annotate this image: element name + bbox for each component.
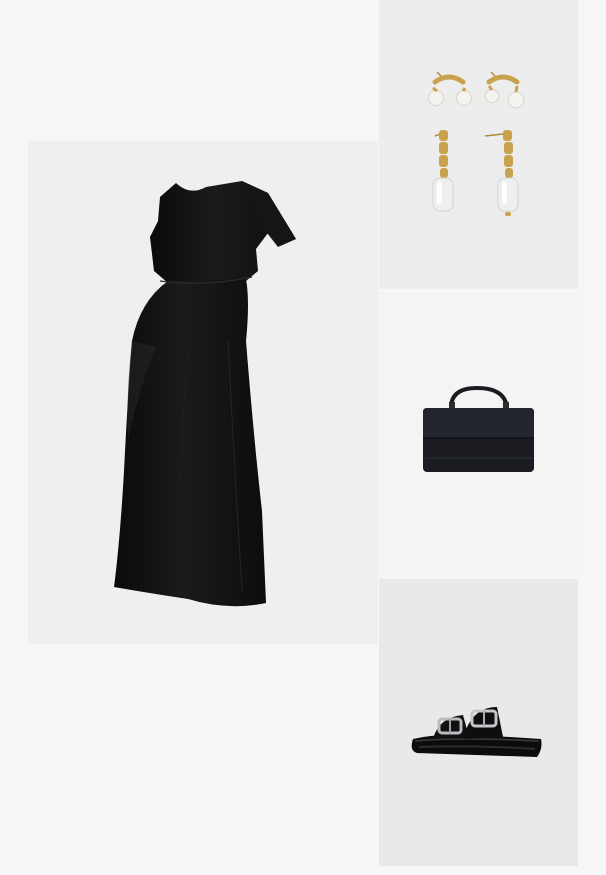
sandals-image	[411, 707, 542, 757]
earrings-image	[428, 71, 525, 216]
dress-image	[114, 181, 296, 607]
bag-image	[423, 385, 534, 472]
bag-product-tile[interactable]	[379, 292, 578, 576]
pearl-hoop-earring-left	[428, 71, 472, 106]
sandals-product-tile[interactable]	[379, 579, 578, 866]
earrings-product-tile[interactable]	[379, 0, 578, 289]
chain-drop-earring-left	[432, 130, 454, 212]
pearl-hoop-earring-right	[485, 71, 525, 109]
dress-product-tile[interactable]	[28, 141, 378, 644]
chain-drop-earring-right	[484, 130, 519, 216]
